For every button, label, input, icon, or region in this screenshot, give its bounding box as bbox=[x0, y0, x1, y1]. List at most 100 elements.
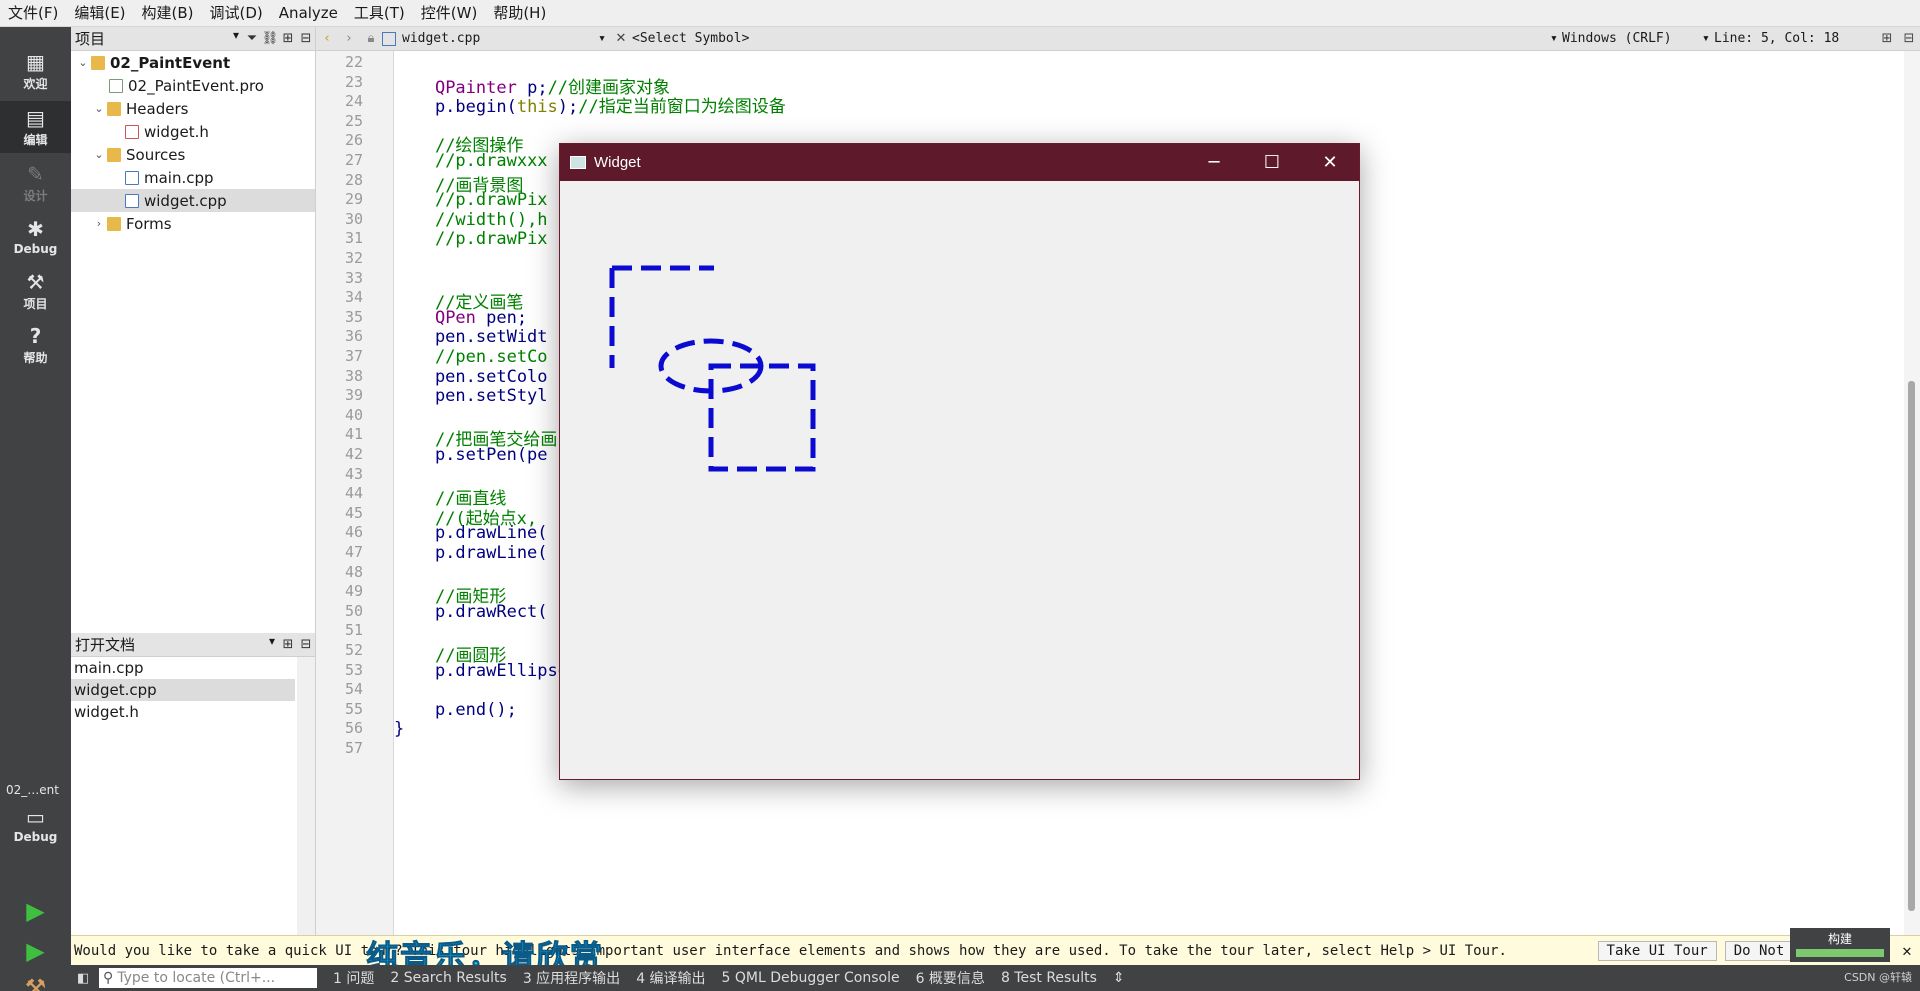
code-line[interactable]: //p.drawxxx bbox=[394, 151, 548, 171]
tree-item-label: main.cpp bbox=[144, 168, 214, 187]
tree-item-sources[interactable]: ⌄ Sources bbox=[71, 143, 315, 166]
open-doc-main-cpp[interactable]: main.cpp bbox=[71, 657, 295, 679]
play-icon: ▶ bbox=[26, 897, 45, 925]
tree-item-main-cpp[interactable]: main.cpp bbox=[71, 166, 315, 189]
open-doc-widget-cpp[interactable]: widget.cpp bbox=[71, 679, 295, 701]
mode-debug[interactable]: ✱ Debug bbox=[0, 211, 71, 263]
menu-build[interactable]: 构建(B) bbox=[134, 0, 202, 27]
pane-test-results[interactable]: 8 Test Results bbox=[993, 970, 1105, 986]
menu-help[interactable]: 帮助(H) bbox=[485, 0, 554, 27]
tree-item-project[interactable]: ⌄ 02_PaintEvent bbox=[71, 51, 315, 74]
header-file-icon bbox=[125, 124, 139, 139]
line-ending-combo[interactable]: Windows (CRLF) bbox=[1562, 31, 1702, 46]
menu-tools[interactable]: 工具(T) bbox=[346, 0, 413, 27]
chevron-down-icon[interactable]: ⌄ bbox=[91, 102, 107, 115]
open-docs-scrollbar[interactable] bbox=[297, 657, 315, 935]
pane-qml-debugger[interactable]: 5 QML Debugger Console bbox=[714, 970, 908, 986]
open-doc-widget-h[interactable]: widget.h bbox=[71, 701, 295, 723]
code-line[interactable]: QPen pen; bbox=[394, 308, 527, 328]
code-line[interactable]: p.drawRect( bbox=[394, 602, 548, 622]
pane-issues[interactable]: 1 问题 bbox=[325, 968, 382, 988]
debug-run-button[interactable]: ▶ bbox=[0, 932, 71, 970]
cursor-position[interactable]: Line: 5, Col: 18 bbox=[1714, 31, 1876, 46]
open-documents-combo[interactable]: 打开文档 bbox=[75, 634, 279, 655]
document-combo[interactable]: widget.cpp ▾ bbox=[402, 31, 610, 46]
tree-item-widget-h[interactable]: widget.h bbox=[71, 120, 315, 143]
locator-input[interactable]: ⚲ Type to locate (Ctrl+... bbox=[99, 968, 317, 988]
tree-item-headers[interactable]: ⌄ Headers bbox=[71, 97, 315, 120]
line-number: 49 bbox=[344, 582, 363, 601]
mode-edit[interactable]: ▤ 编辑 bbox=[0, 101, 71, 153]
kit-selector[interactable]: ▭ Debug bbox=[0, 799, 71, 851]
close-document-icon[interactable]: ✕ bbox=[610, 31, 632, 46]
editor-toolbar: ‹ › 🔒︎ widget.cpp ▾ ✕ <Select Symbol> ▾ … bbox=[316, 27, 1920, 51]
pane-search-results[interactable]: 2 Search Results bbox=[382, 970, 514, 986]
editor-scrollbar-thumb[interactable] bbox=[1908, 381, 1915, 911]
code-line[interactable]: p.drawLine( bbox=[394, 543, 548, 563]
close-icon[interactable]: ✕ bbox=[1301, 152, 1359, 173]
code-line[interactable]: //p.drawPix bbox=[394, 190, 548, 210]
code-line[interactable]: p.begin(this);//指定当前窗口为绘图设备 bbox=[394, 92, 786, 117]
split-icon[interactable]: ⊞ bbox=[1876, 31, 1898, 46]
chevron-right-icon[interactable]: › bbox=[91, 217, 107, 230]
build-button[interactable]: ⚒ bbox=[0, 969, 71, 991]
chevron-down-icon[interactable]: ⌄ bbox=[91, 148, 107, 161]
mode-welcome[interactable]: ▦ 欢迎 bbox=[0, 45, 71, 97]
filter-icon[interactable]: ⏷ bbox=[243, 31, 261, 46]
code-line[interactable]: p.setPen(pe bbox=[394, 445, 548, 465]
widget-titlebar[interactable]: Widget ─ ☐ ✕ bbox=[560, 144, 1359, 181]
close-panel-icon[interactable]: ⊟ bbox=[297, 637, 315, 652]
more-panes-icon[interactable]: ⇕ bbox=[1105, 970, 1133, 986]
project-view-combo[interactable]: 项目 bbox=[75, 28, 243, 49]
build-progress-bar bbox=[1796, 949, 1884, 957]
pane-application-output[interactable]: 3 应用程序输出 bbox=[515, 968, 628, 988]
mode-design[interactable]: ✎ 设计 bbox=[0, 157, 71, 209]
close-panel-icon[interactable]: ⊟ bbox=[297, 31, 315, 46]
chevron-down-icon[interactable]: ⌄ bbox=[75, 56, 91, 69]
pane-compile-output[interactable]: 4 编译输出 bbox=[628, 968, 713, 988]
menu-debug[interactable]: 调试(D) bbox=[202, 0, 271, 27]
code-line[interactable]: pen.setColo bbox=[394, 367, 548, 387]
editor-scrollbar[interactable] bbox=[1904, 51, 1920, 935]
tree-item-forms[interactable]: › Forms bbox=[71, 212, 315, 235]
maximize-icon[interactable]: ☐ bbox=[1243, 152, 1301, 173]
menu-analyze[interactable]: Analyze bbox=[271, 0, 346, 27]
line-number: 50 bbox=[344, 601, 363, 620]
code-line[interactable]: //width(),h bbox=[394, 210, 548, 230]
nav-forward-icon[interactable]: › bbox=[338, 31, 360, 46]
tree-item-widget-cpp[interactable]: widget.cpp bbox=[71, 189, 315, 212]
nav-back-icon[interactable]: ‹ bbox=[316, 31, 338, 46]
sources-folder-icon bbox=[107, 147, 121, 162]
line-number-gutter: 22 23 24 25 26 27 28 29 30 31 32 33 34 35 36 37 38 39 40 41… bbox=[316, 51, 394, 935]
code-line[interactable]: p.end(); bbox=[394, 700, 517, 720]
symbol-combo[interactable]: <Select Symbol> bbox=[632, 31, 1550, 46]
sidebar-toggle-icon[interactable]: ◧ bbox=[77, 971, 89, 986]
split-icon[interactable]: ⊞ bbox=[279, 31, 297, 46]
line-number: 27 bbox=[344, 151, 363, 169]
code-line[interactable]: pen.setWidt bbox=[394, 327, 548, 347]
mode-projects[interactable]: ⚒ 项目 bbox=[0, 265, 71, 317]
mode-help[interactable]: ? 帮助 bbox=[0, 319, 71, 371]
code-line[interactable]: pen.setStyl bbox=[394, 386, 548, 406]
code-line[interactable]: p.drawLine( bbox=[394, 523, 548, 543]
close-icon[interactable]: ✕ bbox=[1894, 941, 1920, 960]
split-icon[interactable]: ⊞ bbox=[279, 637, 297, 652]
pane-general-messages[interactable]: 6 概要信息 bbox=[908, 968, 993, 988]
close-split-icon[interactable]: ⊟ bbox=[1898, 31, 1920, 46]
code-line[interactable]: } bbox=[394, 719, 404, 739]
project-panel: 项目 ⏷ ⛓ ⊞ ⊟ ⌄ 02_PaintEvent 02_PaintEvent… bbox=[71, 27, 316, 633]
tree-item-pro-file[interactable]: 02_PaintEvent.pro bbox=[71, 74, 315, 97]
link-icon[interactable]: ⛓ bbox=[261, 31, 279, 46]
code-line[interactable]: //pen.setCo bbox=[394, 347, 548, 367]
mode-label: Debug bbox=[13, 242, 58, 256]
line-number: 39 bbox=[344, 386, 363, 405]
minimize-icon[interactable]: ─ bbox=[1185, 152, 1243, 173]
mode-label: 欢迎 bbox=[23, 76, 48, 91]
mode-label: 帮助 bbox=[23, 350, 48, 365]
take-ui-tour-button[interactable]: Take UI Tour bbox=[1597, 940, 1717, 961]
code-line[interactable]: //p.drawPix bbox=[394, 229, 548, 249]
run-button[interactable]: ▶ bbox=[0, 892, 71, 930]
menu-widgets[interactable]: 控件(W) bbox=[413, 0, 486, 27]
menu-edit[interactable]: 编辑(E) bbox=[66, 0, 133, 27]
menu-file[interactable]: 文件(F) bbox=[0, 0, 66, 27]
